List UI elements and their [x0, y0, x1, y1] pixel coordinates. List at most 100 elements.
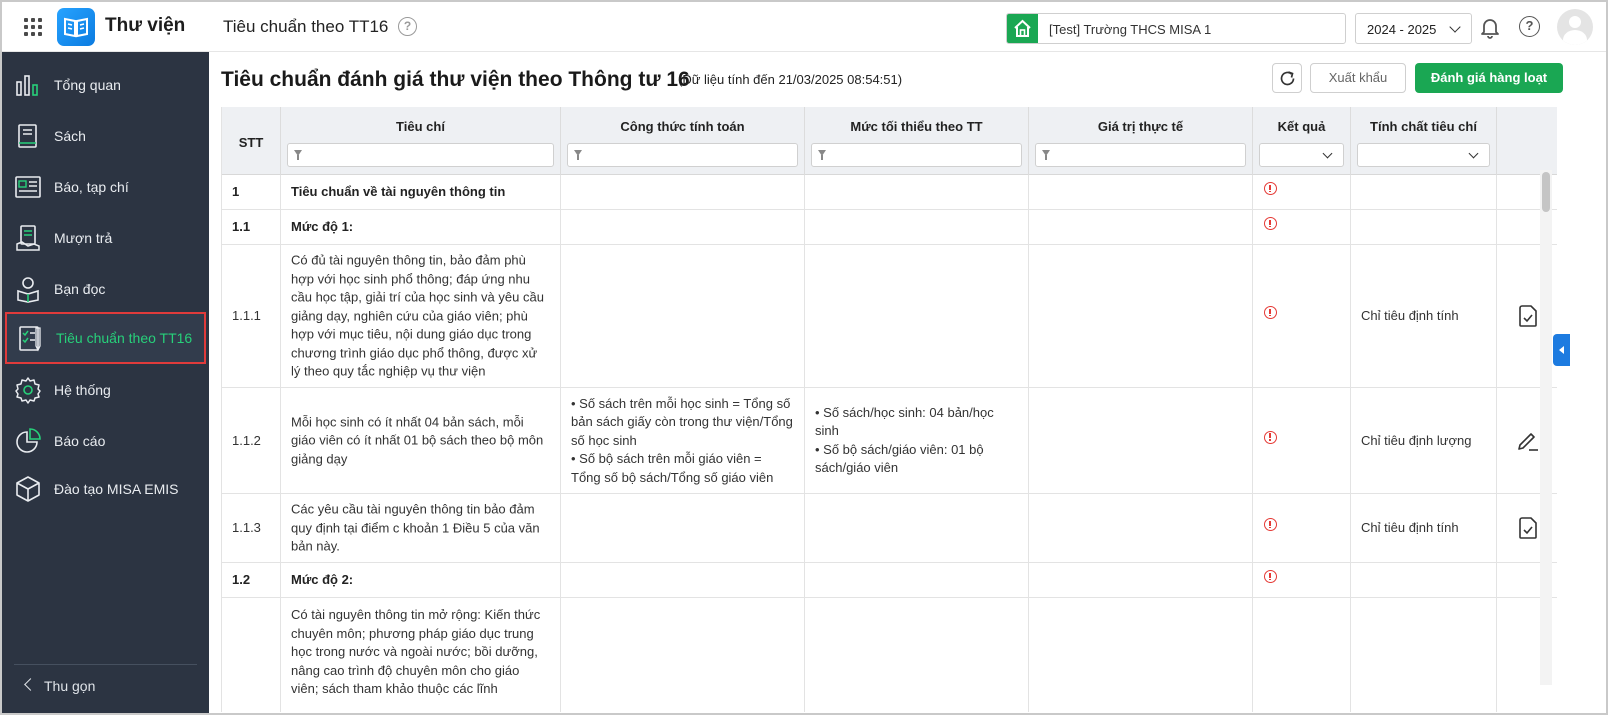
cell-stt — [222, 598, 281, 712]
cell-formula — [561, 598, 805, 712]
cell-criteria: Có đủ tài nguyên thông tin, bảo đảm phù … — [281, 245, 561, 387]
filter-input[interactable] — [1035, 143, 1246, 167]
column-stt: STT — [222, 107, 281, 175]
export-button[interactable]: Xuất khẩu — [1310, 63, 1406, 93]
cell-nature: Chỉ tiêu định tính — [1351, 494, 1497, 562]
scrollbar-thumb[interactable] — [1542, 172, 1550, 212]
column-result: Kết quả — [1253, 107, 1351, 175]
cell-result — [1253, 494, 1351, 562]
collapse-label: Thu gọn — [44, 678, 96, 694]
cell-actual — [1029, 494, 1253, 562]
cell-formula — [561, 494, 805, 562]
cell-nature — [1351, 175, 1497, 209]
column-criteria: Tiêu chí — [281, 107, 561, 175]
table-row[interactable]: 1.1.2 Mỗi học sinh có ít nhất 04 bản sách… — [222, 388, 1557, 494]
expand-panel-button[interactable] — [1553, 334, 1570, 366]
help-icon[interactable]: ? — [398, 17, 417, 36]
cell-actual — [1029, 388, 1253, 493]
sidebar-item-label: Mượn trả — [54, 230, 113, 246]
filter-icon — [1042, 150, 1050, 160]
help-circle-icon[interactable]: ? — [1519, 16, 1540, 37]
sidebar-item-bao-cao[interactable]: Báo cáo — [2, 415, 209, 467]
table-row[interactable]: 1.1.3 Các yêu cầu tài nguyên thông tin bả… — [222, 494, 1557, 563]
collapse-sidebar-button[interactable]: Thu gọn — [14, 664, 197, 704]
not-met-alert-icon — [1264, 518, 1277, 531]
chart-bars-icon — [16, 75, 38, 96]
sidebar-item-he-thong[interactable]: Hệ thống — [2, 364, 209, 416]
formula-bullet: • Số sách trên mỗi học sinh = Tổng số bả… — [571, 395, 793, 448]
stt-text: 1.1.3 — [232, 519, 261, 535]
minimum-bullet: • Số bộ sách/giáo viên: 01 bộ sách/giáo … — [815, 441, 984, 476]
cell-formula: • Số sách trên mỗi học sinh = Tổng số bả… — [561, 388, 805, 493]
criteria-text: Tiêu chuẩn về tài nguyên thông tin — [291, 183, 506, 199]
table-row[interactable]: 1.2 Mức độ 2: — [222, 563, 1557, 598]
stt-text: 1.2 — [232, 571, 251, 587]
not-met-alert-icon — [1264, 570, 1277, 583]
cell-criteria: Tiêu chuẩn về tài nguyên thông tin — [281, 175, 561, 209]
result-filter-select[interactable] — [1259, 143, 1344, 167]
criteria-text: Có tài nguyên thông tin mở rộng: Kiến th… — [291, 607, 541, 696]
column-formula: Công thức tính toán — [561, 107, 805, 175]
stt-text: 1.1 — [232, 218, 251, 234]
sidebar-item-bao-tap-chi[interactable]: Báo, tạp chí — [2, 161, 209, 213]
sidebar-item-label: Sách — [54, 128, 86, 144]
sidebar-item-tieu-chuan[interactable]: Tiêu chuẩn theo TT16 — [5, 312, 206, 364]
nature-text: Chỉ tiêu định tính — [1361, 307, 1459, 323]
not-met-alert-icon — [1264, 306, 1277, 319]
sidebar-item-label: Báo cáo — [54, 433, 106, 449]
sidebar-item-label: Báo, tạp chí — [54, 179, 129, 195]
sidebar-item-sach[interactable]: Sách — [2, 110, 209, 162]
apps-grid-icon[interactable] — [24, 18, 42, 36]
sidebar-item-label: Hệ thống — [54, 382, 111, 398]
table-row[interactable]: Có tài nguyên thông tin mở rộng: Kiến th… — [222, 598, 1557, 712]
filter-input[interactable] — [287, 143, 554, 167]
scrollbar-track[interactable] — [1540, 170, 1552, 685]
avatar[interactable] — [1557, 9, 1593, 45]
sidebar-item-ban-doc[interactable]: Bạn đọc — [2, 263, 209, 315]
table-row[interactable]: 1.1 Mức độ 1: — [222, 210, 1557, 245]
refresh-icon — [1280, 71, 1295, 86]
checklist-icon — [19, 326, 41, 352]
sidebar-item-dao-tao[interactable]: Đào tạo MISA EMIS — [2, 463, 209, 515]
cell-actual — [1029, 563, 1253, 597]
newspaper-icon — [15, 176, 41, 198]
cell-result — [1253, 175, 1351, 209]
stt-text: 1 — [232, 183, 240, 199]
refresh-button[interactable] — [1272, 63, 1302, 93]
criteria-text: Có đủ tài nguyên thông tin, bảo đảm phù … — [291, 252, 544, 379]
nature-filter-select[interactable] — [1357, 143, 1490, 167]
not-met-alert-icon — [1264, 217, 1277, 230]
check-doc-icon[interactable] — [1518, 517, 1537, 539]
cell-result — [1253, 388, 1351, 493]
cell-stt: 1.2 — [222, 563, 281, 597]
cell-stt: 1.1 — [222, 210, 281, 244]
column-actions — [1497, 107, 1557, 175]
gear-icon — [15, 377, 41, 404]
page-title: Tiêu chuẩn theo TT16 — [223, 17, 389, 36]
cell-result — [1253, 210, 1351, 244]
stt-text: 1.1.2 — [232, 432, 261, 448]
cell-minimum — [805, 563, 1029, 597]
minimum-text: • Số sách/học sinh: 04 bản/học sinh • Số … — [815, 404, 1018, 478]
table-row[interactable]: 1.1.1 Có đủ tài nguyên thông tin, bảo đảm… — [222, 245, 1557, 388]
sidebar-item-tong-quan[interactable]: Tổng quan — [2, 59, 209, 111]
bulk-evaluate-button[interactable]: Đánh giá hàng loạt — [1415, 63, 1563, 93]
cell-criteria: Mức độ 1: — [281, 210, 561, 244]
edit-icon[interactable] — [1517, 430, 1539, 452]
cell-minimum — [805, 598, 1029, 712]
cell-result — [1253, 245, 1351, 387]
cell-formula — [561, 245, 805, 387]
check-doc-icon[interactable] — [1518, 305, 1537, 327]
bell-icon[interactable] — [1480, 17, 1500, 39]
criteria-text: Mức độ 2: — [291, 571, 354, 587]
cell-result — [1253, 563, 1351, 597]
sidebar: Tổng quan Sách Báo, tạp chí Mượn trả Bạn… — [2, 52, 209, 713]
filter-input[interactable] — [811, 143, 1022, 167]
column-minimum: Mức tối thiểu theo TT — [805, 107, 1029, 175]
school-year-select[interactable]: 2024 - 2025 — [1355, 13, 1472, 44]
table-row[interactable]: 1 Tiêu chuẩn về tài nguyên thông tin — [222, 175, 1557, 210]
filter-input[interactable] — [567, 143, 798, 167]
cell-nature: Chỉ tiêu định tính — [1351, 245, 1497, 387]
school-selector[interactable]: [Test] Trường THCS MISA 1 — [1006, 13, 1346, 44]
sidebar-item-muon-tra[interactable]: Mượn trả — [2, 212, 209, 264]
